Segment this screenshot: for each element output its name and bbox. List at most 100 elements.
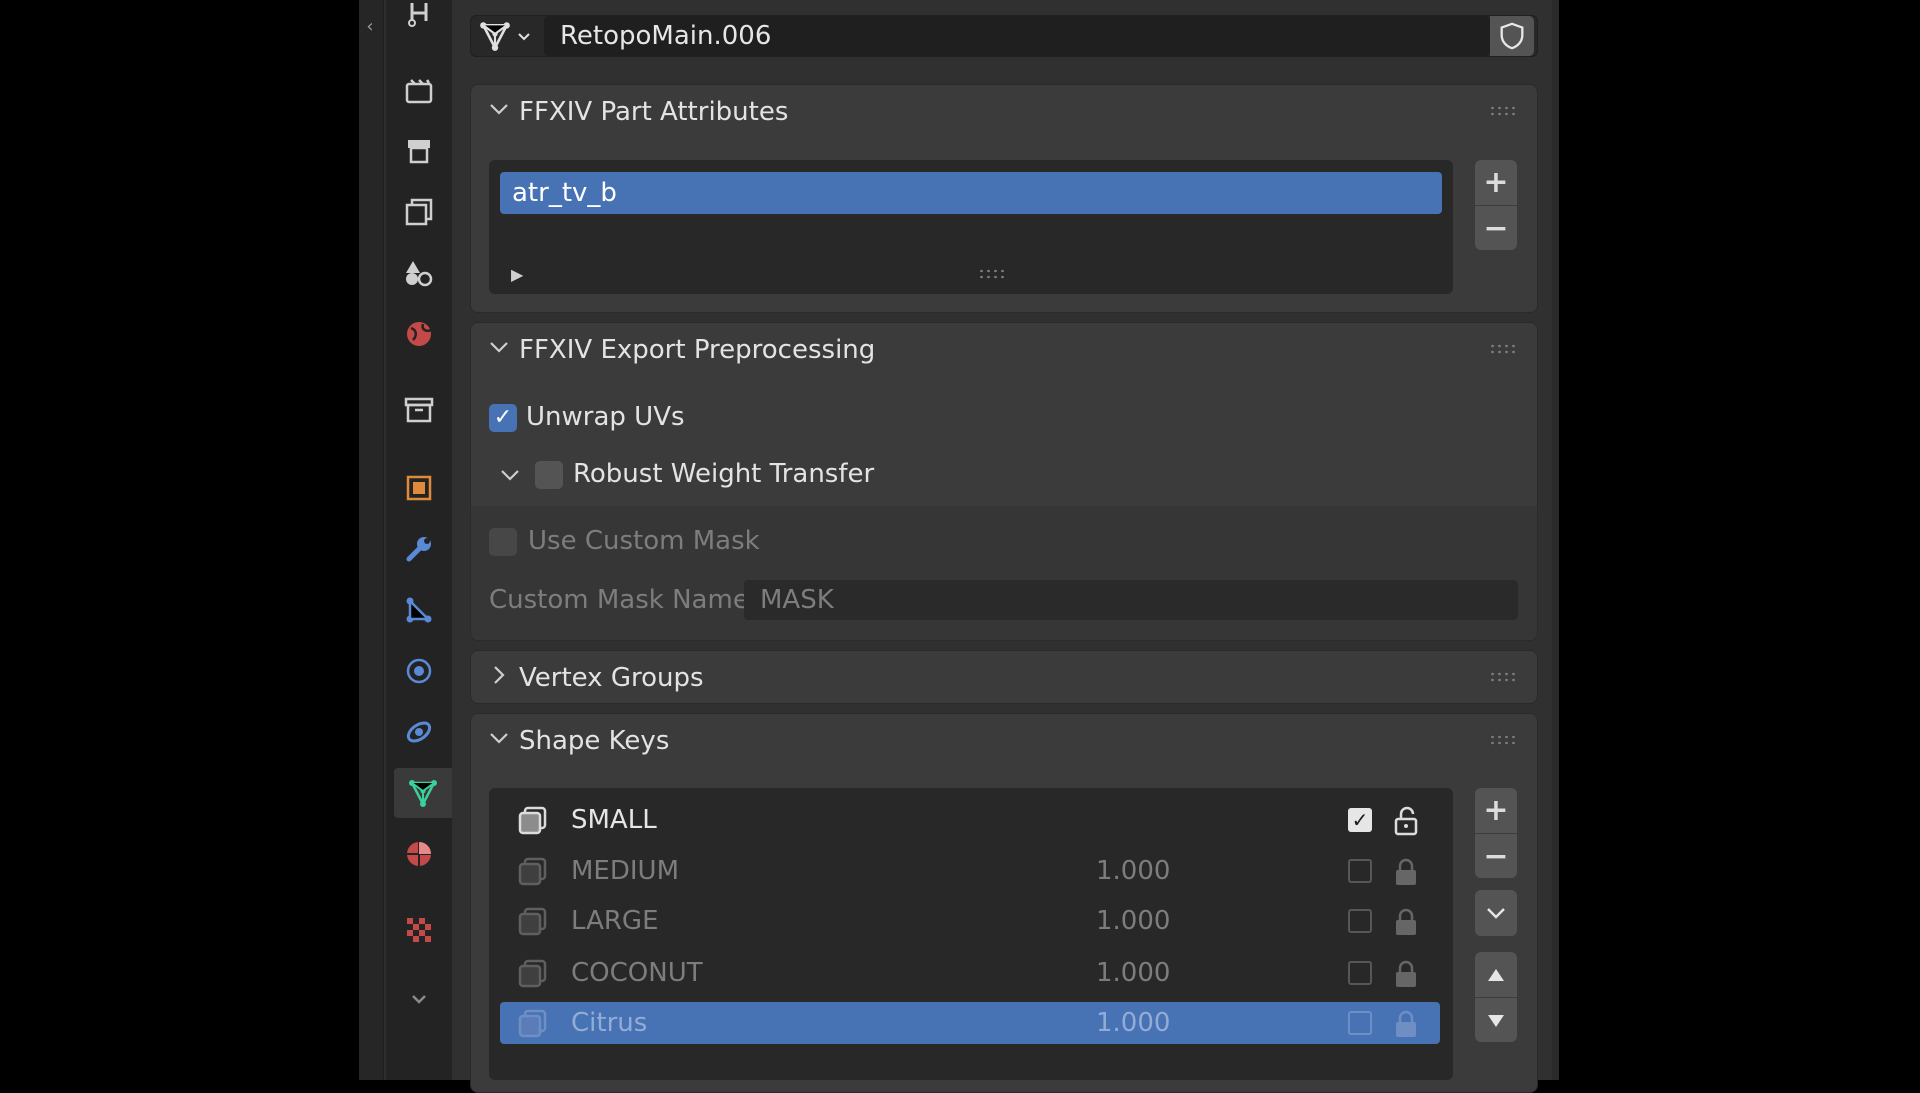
mesh-type-dropdown[interactable] bbox=[478, 18, 538, 54]
shield-icon bbox=[1500, 22, 1524, 50]
chevron-down-icon[interactable] bbox=[488, 98, 510, 126]
tab-output[interactable] bbox=[394, 126, 444, 176]
chevron-down-icon bbox=[1487, 908, 1505, 919]
list-resize-icon[interactable] bbox=[978, 268, 1006, 280]
data-icon bbox=[409, 780, 437, 807]
tab-tool[interactable] bbox=[394, 0, 444, 40]
shape-key-value[interactable]: 1.000 bbox=[1096, 856, 1170, 886]
shape-key-name: Citrus bbox=[571, 1008, 648, 1038]
use-custom-mask-checkbox[interactable] bbox=[489, 528, 517, 556]
list-item-active[interactable]: Citrus 1.000 bbox=[500, 1002, 1440, 1044]
shape-keys-add-remove: + − bbox=[1475, 788, 1517, 878]
export-preprocessing-title[interactable]: FFXIV Export Preprocessing bbox=[519, 335, 875, 365]
shape-key-name: SMALL bbox=[571, 805, 657, 835]
shape-key-value[interactable]: 1.000 bbox=[1096, 1008, 1170, 1038]
chevron-down-icon[interactable] bbox=[488, 727, 510, 755]
output-icon bbox=[408, 140, 430, 164]
world-icon bbox=[407, 322, 432, 346]
tab-physics[interactable] bbox=[394, 646, 444, 696]
scene-icon bbox=[406, 261, 433, 287]
drag-handle-icon[interactable] bbox=[1489, 105, 1517, 117]
custom-mask-name-field[interactable]: MASK bbox=[744, 580, 1518, 620]
list-item[interactable]: LARGE 1.000 bbox=[500, 900, 1440, 944]
particles-icon bbox=[406, 597, 432, 623]
chevron-down-icon bbox=[412, 995, 426, 1004]
drag-handle-icon[interactable] bbox=[1489, 671, 1517, 683]
list-item[interactable]: MEDIUM 1.000 bbox=[500, 850, 1440, 894]
collapse-toolbar-icon[interactable]: ‹ bbox=[362, 12, 378, 42]
properties-tab-bar bbox=[386, 0, 452, 1080]
custom-mask-name-label: Custom Mask Name: bbox=[489, 585, 758, 615]
tab-material[interactable] bbox=[394, 829, 444, 879]
fake-user-button[interactable] bbox=[1490, 16, 1534, 56]
datablock-name-field[interactable]: RetopoMain.006 bbox=[544, 16, 1490, 56]
move-down-button[interactable] bbox=[1475, 997, 1517, 1043]
unlock-icon[interactable] bbox=[1392, 805, 1420, 837]
shape-key-icon bbox=[518, 806, 547, 835]
shape-key-mute-checkbox[interactable] bbox=[1348, 961, 1372, 985]
shape-key-mute-checkbox[interactable]: ✓ bbox=[1348, 808, 1372, 832]
remove-button[interactable]: − bbox=[1475, 833, 1517, 879]
triangle-down-icon bbox=[1488, 1014, 1504, 1027]
render-icon bbox=[405, 79, 433, 104]
unwrap-uvs-label[interactable]: Unwrap UVs bbox=[526, 402, 685, 432]
tab-modifier[interactable] bbox=[394, 524, 444, 574]
shape-key-value[interactable]: 1.000 bbox=[1096, 958, 1170, 988]
tab-data[interactable] bbox=[394, 768, 452, 818]
shape-key-icon bbox=[518, 907, 547, 936]
move-up-button[interactable] bbox=[1475, 952, 1517, 997]
tab-more[interactable] bbox=[394, 974, 444, 1024]
drag-handle-icon[interactable] bbox=[1489, 734, 1517, 746]
shape-keys-title[interactable]: Shape Keys bbox=[519, 726, 669, 756]
unwrap-uvs-checkbox[interactable]: ✓ bbox=[489, 404, 517, 432]
material-icon bbox=[407, 842, 431, 866]
add-button[interactable]: + bbox=[1475, 788, 1517, 833]
tab-object[interactable] bbox=[394, 463, 444, 513]
specials-menu-button[interactable] bbox=[1475, 890, 1517, 936]
lock-icon[interactable] bbox=[1392, 958, 1420, 990]
vertex-groups-title[interactable]: Vertex Groups bbox=[519, 663, 704, 693]
remove-button[interactable]: − bbox=[1475, 205, 1517, 251]
tab-collection[interactable] bbox=[394, 385, 444, 435]
shape-key-mute-checkbox[interactable] bbox=[1348, 859, 1372, 883]
object-icon bbox=[406, 475, 432, 501]
part-attributes-title[interactable]: FFXIV Part Attributes bbox=[519, 97, 788, 127]
add-button[interactable]: + bbox=[1475, 160, 1517, 205]
attributes-add-remove: + − bbox=[1475, 160, 1517, 250]
shape-key-name: MEDIUM bbox=[571, 856, 680, 886]
collection-icon bbox=[404, 397, 434, 423]
tab-scene[interactable] bbox=[394, 248, 444, 298]
lock-icon[interactable] bbox=[1392, 1008, 1420, 1040]
shape-key-value[interactable]: 1.000 bbox=[1096, 906, 1170, 936]
lock-icon[interactable] bbox=[1392, 906, 1420, 938]
chevron-right-icon[interactable] bbox=[488, 664, 510, 692]
chevron-down-icon[interactable] bbox=[499, 464, 521, 492]
list-item[interactable]: SMALL ✓ bbox=[500, 799, 1440, 843]
tab-texture[interactable] bbox=[394, 905, 444, 955]
chevron-down-icon[interactable] bbox=[488, 336, 510, 364]
tab-view-layer[interactable] bbox=[394, 187, 444, 237]
drag-handle-icon[interactable] bbox=[1489, 343, 1517, 355]
editor-left-strip bbox=[359, 0, 384, 1080]
shape-keys-move bbox=[1475, 952, 1517, 1042]
robust-weight-label[interactable]: Robust Weight Transfer bbox=[573, 459, 874, 489]
lock-icon[interactable] bbox=[1392, 856, 1420, 888]
use-custom-mask-label[interactable]: Use Custom Mask bbox=[528, 526, 760, 556]
tab-constraints[interactable] bbox=[394, 707, 444, 757]
triangle-up-icon bbox=[1488, 968, 1504, 981]
shape-key-mute-checkbox[interactable] bbox=[1348, 1011, 1372, 1035]
shape-key-icon bbox=[518, 1009, 547, 1038]
filter-expand-icon[interactable]: ▶ bbox=[511, 265, 523, 284]
robust-weight-checkbox[interactable] bbox=[535, 461, 563, 489]
tab-render[interactable] bbox=[394, 65, 444, 115]
list-item[interactable]: COCONUT 1.000 bbox=[500, 952, 1440, 996]
tab-particles[interactable] bbox=[394, 585, 444, 635]
shape-key-icon bbox=[518, 857, 547, 886]
panel-scrollbar[interactable] bbox=[1552, 0, 1559, 1080]
physics-icon bbox=[406, 658, 432, 684]
list-item[interactable]: atr_tv_b bbox=[500, 172, 1442, 214]
shape-key-mute-checkbox[interactable] bbox=[1348, 909, 1372, 933]
mesh-data-icon bbox=[480, 22, 510, 51]
tab-world[interactable] bbox=[394, 309, 444, 359]
tool-icon bbox=[408, 3, 428, 27]
